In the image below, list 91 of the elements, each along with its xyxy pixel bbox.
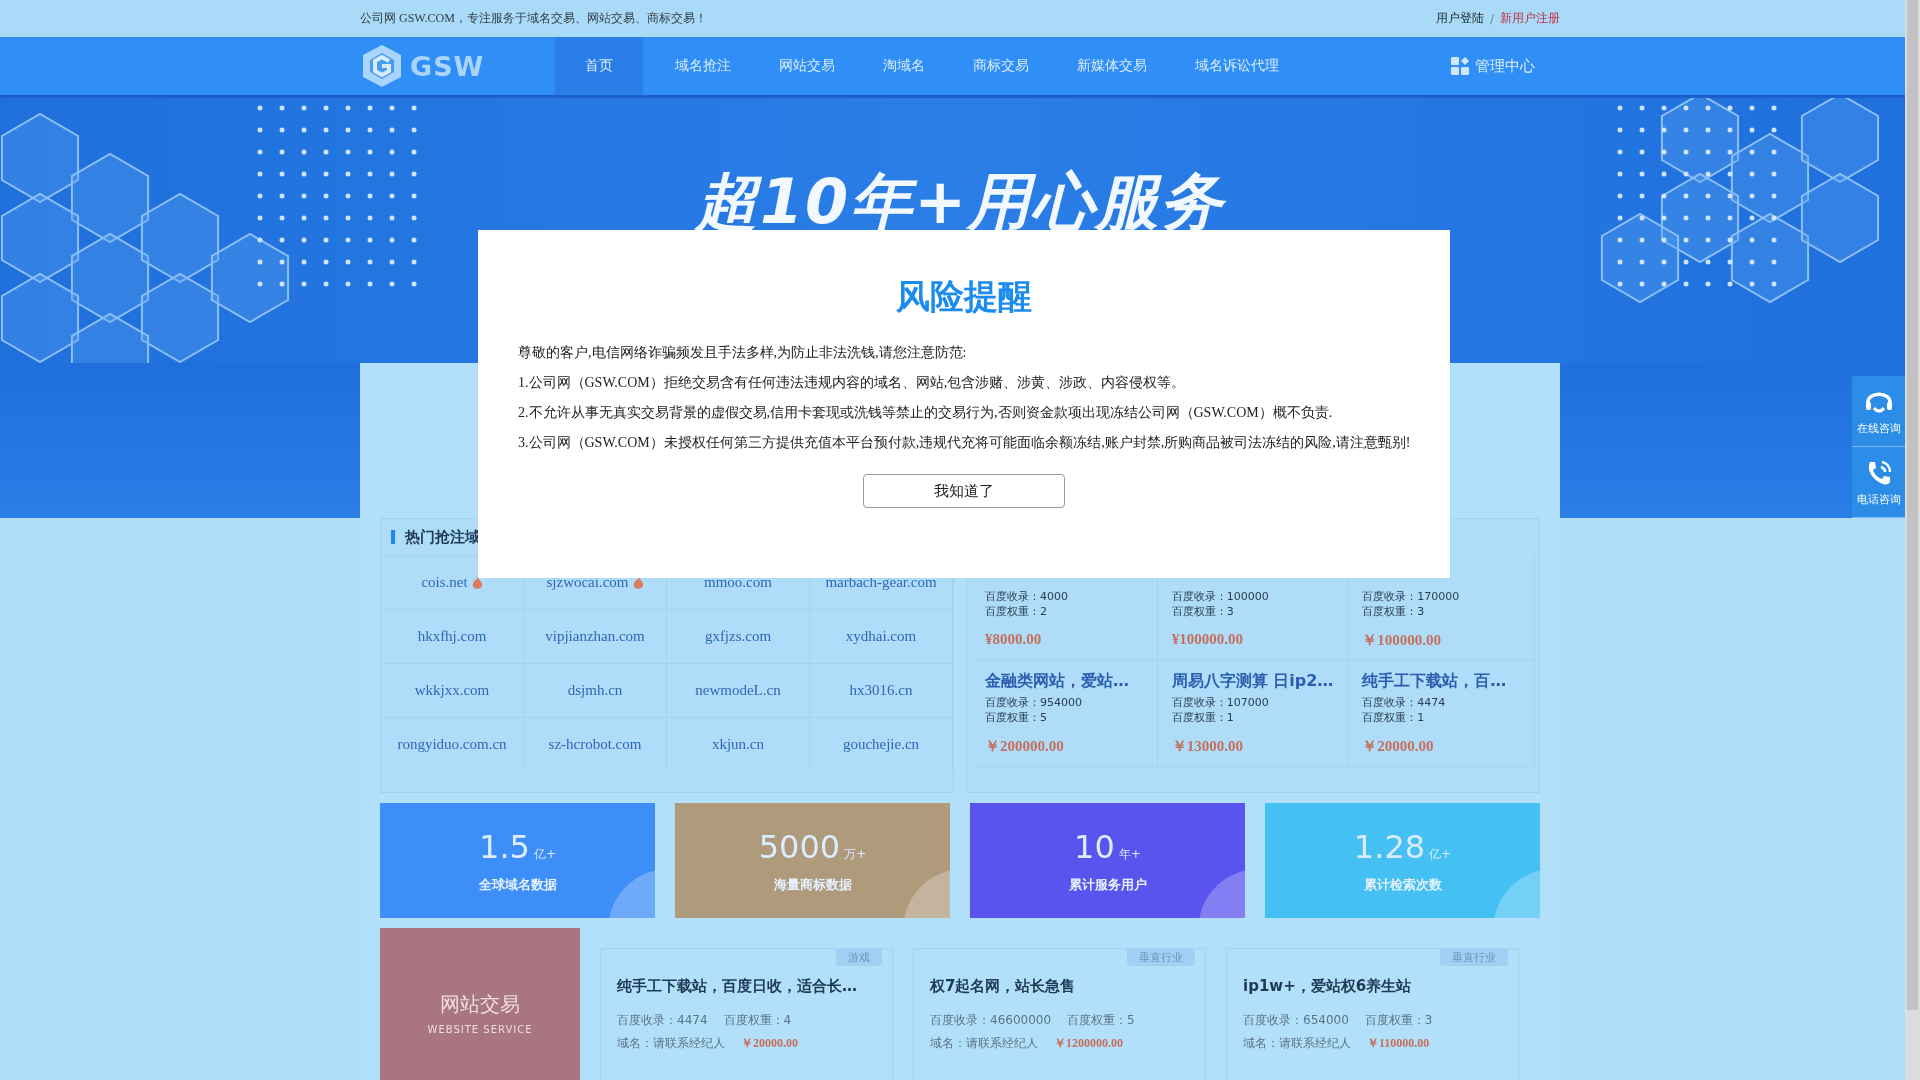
domain-link[interactable]: cois.net — [421, 574, 468, 591]
indexed-count: 百度收录：4474 — [1362, 695, 1447, 710]
acknowledge-button[interactable]: 我知道了 — [863, 474, 1065, 508]
dashboard-icon — [1451, 57, 1469, 75]
domain-text: 域名：请联系经纪人 — [1243, 1035, 1351, 1052]
domain-link[interactable]: dsjmh.cn — [567, 682, 623, 699]
nav-tab[interactable]: 首页 — [555, 37, 643, 95]
price: ￥20000.00 — [741, 1035, 798, 1052]
logo-icon — [360, 43, 404, 89]
price: ¥8000.00 — [985, 631, 1043, 648]
price: ￥110000.00 — [1367, 1035, 1430, 1052]
stat-number: 5000 — [758, 827, 841, 866]
domain-link[interactable]: gouchejie.cn — [842, 736, 920, 753]
tagline: 公司网 GSW.COM，专注服务于域名交易、网站交易、商标交易！ — [360, 10, 707, 27]
admin-link[interactable]: 管理中心 — [1475, 56, 1535, 76]
login-link[interactable]: 用户登陆 — [1435, 10, 1484, 27]
dialog-rule: 3.公司网（GSW.COM）未授权任何第三方提供充值本平台预付款,违规代充将可能面临余额冻结,账户封禁,所购商品被司法冻结的风险,请注意甄别! — [518, 434, 1410, 452]
stat-label: 全球域名数据 — [478, 875, 557, 894]
tile-subtitle: WEBSITE SERVICE — [427, 1024, 533, 1035]
site-title[interactable]: 纯手工下载站，百… — [1362, 671, 1520, 695]
scrollbar[interactable] — [1905, 0, 1920, 1080]
contact-button[interactable]: 电话咨询 — [1852, 447, 1905, 518]
site-weight: 百度权重：1 — [1171, 710, 1235, 725]
site-weight: 百度权重：5 — [1067, 1012, 1135, 1029]
site-weight: 百度权重：3 — [1171, 604, 1235, 619]
stat-number: 1.5 — [479, 827, 530, 866]
logo-text: GSW — [410, 50, 485, 82]
indexed-count: 百度收录：107000 — [1171, 695, 1270, 710]
domain-link[interactable]: hx3016.cn — [849, 682, 913, 699]
nav-tab[interactable]: 域名抢注 — [651, 37, 755, 95]
domain-link[interactable]: xkjun.cn — [711, 736, 765, 753]
nav-tab[interactable]: 网站交易 — [755, 37, 859, 95]
dialog-intro: 尊敬的客户,电信网络诈骗频发且手法多样,为防止非法洗钱,请您注意防范: — [518, 344, 968, 362]
stat-number: 10 — [1074, 827, 1115, 866]
site-weight: 百度权重：2 — [985, 604, 1048, 619]
domain-link[interactable]: wkkjxx.com — [414, 682, 490, 699]
stat-unit: 年+ — [1118, 845, 1141, 863]
listing-title: ip1w+，爱站权6养生站 — [1243, 977, 1413, 996]
indexed-count: 百度收录：46600000 — [930, 1012, 1052, 1029]
price: ￥200000.00 — [985, 737, 1065, 756]
domain-link[interactable]: xydhai.com — [845, 628, 917, 645]
tile-title: 网站交易 — [440, 991, 520, 1018]
site-weight: 百度权重：3 — [1362, 604, 1426, 619]
listing-title: 纯手工下载站，百度日收，适合长… — [617, 977, 858, 996]
domain-link[interactable]: sz-hcrobot.com — [548, 736, 642, 753]
site-weight: 百度权重：1 — [1362, 710, 1426, 725]
domain-link[interactable]: sjzwocai.com — [546, 574, 629, 591]
domain-link[interactable]: hkxfhj.com — [417, 628, 487, 645]
indexed-count: 百度收录：100000 — [1171, 589, 1270, 604]
domain-link[interactable]: marbach-gear.com — [825, 574, 937, 591]
nav-tab[interactable]: 淘域名 — [859, 37, 949, 95]
stat-number: 1.28 — [1353, 827, 1426, 866]
contact-button[interactable]: 在线咨询 — [1852, 376, 1905, 447]
price: ￥20000.00 — [1362, 737, 1435, 756]
stat-unit: 亿+ — [533, 845, 556, 863]
domain-link[interactable]: vipjianzhan.com — [545, 628, 645, 645]
stat-label: 海量商标数据 — [773, 875, 852, 894]
indexed-count: 百度收录：170000 — [1362, 589, 1461, 604]
hero-headline: 超10年+用心服务 — [695, 164, 1225, 240]
site-title[interactable]: 金融类网站，爱站… — [985, 671, 1143, 695]
site-weight: 百度权重：4 — [723, 1012, 792, 1029]
site-weight: 百度权重：5 — [985, 710, 1048, 725]
dialog-rule: 1.公司网（GSW.COM）拒绝交易含有任何违法违规内容的域名、网站,包含涉赌、涉黄、涉政、内容侵权等。 — [518, 374, 1187, 392]
domain-link[interactable]: mmoo.com — [704, 574, 772, 591]
nav-tab[interactable]: 新媒体交易 — [1053, 37, 1171, 95]
separator: / — [1489, 11, 1494, 26]
nav-tab[interactable]: 域名诉讼代理 — [1171, 37, 1303, 95]
nav-tab[interactable]: 商标交易 — [949, 37, 1053, 95]
site-weight: 百度权重：3 — [1364, 1012, 1433, 1029]
register-link[interactable]: 新用户注册 — [1500, 10, 1560, 27]
domain-text: 域名：请联系经纪人 — [617, 1035, 725, 1052]
domain-link[interactable]: rongyiduo.com.cn — [397, 736, 507, 753]
domain-text: 域名：请联系经纪人 — [930, 1035, 1038, 1052]
indexed-count: 百度收录：4474 — [617, 1012, 708, 1029]
stat-label: 累计检索次数 — [1363, 875, 1442, 894]
stat-label: 累计服务用户 — [1068, 875, 1147, 894]
price: ¥100000.00 — [1171, 631, 1244, 648]
price: ￥100000.00 — [1362, 631, 1443, 650]
listing-title: 权7起名网，站长急售 — [930, 977, 1077, 996]
indexed-count: 百度收录：4000 — [985, 589, 1069, 604]
domain-link[interactable]: gxfjzs.com — [704, 628, 772, 645]
domain-link[interactable]: newmodeL.cn — [695, 682, 781, 699]
stat-unit: 亿+ — [1429, 845, 1452, 863]
indexed-count: 百度收录：654000 — [1243, 1012, 1349, 1029]
indexed-count: 百度收录：954000 — [985, 695, 1083, 710]
price: ￥1200000.00 — [1054, 1035, 1123, 1052]
price: ￥13000.00 — [1171, 737, 1244, 756]
dialog-rule: 2.不允许从事无真实交易背景的虚假交易,信用卡套现或洗钱等禁止的交易行为,否则资金款项出现冻结公司网（GSW.COM）概不负责. — [518, 404, 1334, 422]
site-title[interactable]: 周易八字测算 日ip2… — [1171, 671, 1334, 695]
stat-unit: 万+ — [844, 845, 867, 863]
dialog-title: 风险提醒 — [895, 275, 1033, 318]
